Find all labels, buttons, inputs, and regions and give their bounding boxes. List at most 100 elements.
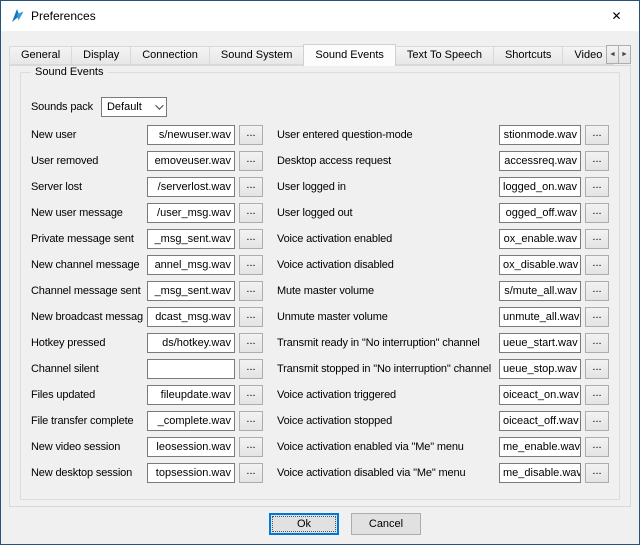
event-file-input[interactable]: stionmode.wav [499, 125, 581, 145]
tab-general[interactable]: General [9, 46, 72, 65]
arrow-left-icon: ◄ [609, 51, 616, 58]
event-file-input[interactable]: ueue_start.wav [499, 333, 581, 353]
event-file-input[interactable]: ds/hotkey.wav [147, 333, 235, 353]
arrow-right-icon: ► [621, 51, 628, 58]
event-file-input[interactable]: leosession.wav [147, 437, 235, 457]
tab-page-sound-events: Sound Events Sounds pack Default New use… [9, 65, 631, 507]
browse-button[interactable]: ... [585, 359, 609, 379]
browse-button[interactable]: ... [239, 255, 263, 275]
browse-button[interactable]: ... [585, 411, 609, 431]
event-label: New user [31, 125, 143, 145]
column-gap [267, 177, 273, 197]
event-file-input[interactable]: accessreq.wav [499, 151, 581, 171]
browse-button[interactable]: ... [585, 437, 609, 457]
cancel-button[interactable]: Cancel [351, 513, 421, 535]
tab-shortcuts[interactable]: Shortcuts [493, 46, 563, 65]
event-label: User removed [31, 151, 143, 171]
event-label: Mute master volume [277, 281, 495, 301]
event-file-input[interactable]: _complete.wav [147, 411, 235, 431]
event-file-input[interactable]: me_enable.wav [499, 437, 581, 457]
event-label: Voice activation enabled [277, 229, 495, 249]
event-label: Unmute master volume [277, 307, 495, 327]
event-file-input[interactable]: dcast_msg.wav [147, 307, 235, 327]
preferences-window: Preferences ✕ GeneralDisplayConnectionSo… [0, 0, 640, 545]
tab-scroll-right-button[interactable]: ► [618, 45, 631, 64]
event-label: Transmit ready in "No interruption" chan… [277, 333, 495, 353]
browse-button[interactable]: ... [239, 411, 263, 431]
column-gap [267, 281, 273, 301]
column-gap [267, 255, 273, 275]
close-icon: ✕ [611, 9, 621, 23]
tab-connection[interactable]: Connection [130, 46, 210, 65]
dialog-footer: Ok Cancel [1, 513, 639, 535]
event-label: Desktop access request [277, 151, 495, 171]
browse-button[interactable]: ... [585, 385, 609, 405]
browse-button[interactable]: ... [239, 151, 263, 171]
browse-button[interactable]: ... [239, 281, 263, 301]
event-label: File transfer complete [31, 411, 143, 431]
browse-button[interactable]: ... [239, 463, 263, 483]
event-file-input[interactable] [147, 359, 235, 379]
sounds-pack-select[interactable]: Default [101, 97, 167, 117]
groupbox-title: Sound Events [31, 66, 108, 78]
event-file-input[interactable]: ox_enable.wav [499, 229, 581, 249]
event-label: Private message sent [31, 229, 143, 249]
browse-button[interactable]: ... [585, 177, 609, 197]
event-file-input[interactable]: oiceact_on.wav [499, 385, 581, 405]
browse-button[interactable]: ... [585, 151, 609, 171]
browse-button[interactable]: ... [239, 359, 263, 379]
sounds-pack-label: Sounds pack [31, 97, 93, 117]
tab-sound-system[interactable]: Sound System [209, 46, 305, 65]
event-label: Hotkey pressed [31, 333, 143, 353]
browse-button[interactable]: ... [585, 125, 609, 145]
ok-button[interactable]: Ok [269, 513, 339, 535]
browse-button[interactable]: ... [585, 333, 609, 353]
event-file-input[interactable]: fileupdate.wav [147, 385, 235, 405]
event-label: Voice activation triggered [277, 385, 495, 405]
event-file-input[interactable]: /serverlost.wav [147, 177, 235, 197]
event-file-input[interactable]: /user_msg.wav [147, 203, 235, 223]
sound-events-grid: New users/newuser.wav... User entered que… [31, 125, 609, 483]
tab-display[interactable]: Display [71, 46, 131, 65]
event-file-input[interactable]: me_disable.wav [499, 463, 581, 483]
event-file-input[interactable]: topsession.wav [147, 463, 235, 483]
event-file-input[interactable]: ueue_stop.wav [499, 359, 581, 379]
column-gap [267, 307, 273, 327]
browse-button[interactable]: ... [239, 385, 263, 405]
browse-button[interactable]: ... [239, 203, 263, 223]
browse-button[interactable]: ... [585, 281, 609, 301]
browse-button[interactable]: ... [239, 125, 263, 145]
browse-button[interactable]: ... [239, 177, 263, 197]
event-file-input[interactable]: ox_disable.wav [499, 255, 581, 275]
browse-button[interactable]: ... [239, 333, 263, 353]
browse-button[interactable]: ... [585, 463, 609, 483]
event-label: Voice activation disabled via "Me" menu [277, 463, 495, 483]
event-label: User entered question-mode [277, 125, 495, 145]
event-file-input[interactable]: unmute_all.wav [499, 307, 581, 327]
event-file-input[interactable]: logged_on.wav [499, 177, 581, 197]
column-gap [267, 437, 273, 457]
event-file-input[interactable]: s/newuser.wav [147, 125, 235, 145]
browse-button[interactable]: ... [585, 255, 609, 275]
browse-button[interactable]: ... [585, 229, 609, 249]
event-file-input[interactable]: _msg_sent.wav [147, 281, 235, 301]
event-label: User logged out [277, 203, 495, 223]
event-file-input[interactable]: emoveuser.wav [147, 151, 235, 171]
event-file-input[interactable]: annel_msg.wav [147, 255, 235, 275]
browse-button[interactable]: ... [585, 203, 609, 223]
titlebar: Preferences ✕ [1, 1, 639, 31]
event-file-input[interactable]: s/mute_all.wav [499, 281, 581, 301]
event-file-input[interactable]: oiceact_off.wav [499, 411, 581, 431]
browse-button[interactable]: ... [239, 437, 263, 457]
app-icon [9, 8, 25, 24]
event-file-input[interactable]: ogged_off.wav [499, 203, 581, 223]
tab-text-to-speech[interactable]: Text To Speech [395, 46, 494, 65]
close-button[interactable]: ✕ [594, 1, 639, 30]
event-file-input[interactable]: _msg_sent.wav [147, 229, 235, 249]
tab-sound-events[interactable]: Sound Events [303, 44, 396, 66]
column-gap [267, 359, 273, 379]
browse-button[interactable]: ... [585, 307, 609, 327]
sounds-pack-row: Sounds pack Default [31, 97, 609, 117]
browse-button[interactable]: ... [239, 307, 263, 327]
browse-button[interactable]: ... [239, 229, 263, 249]
